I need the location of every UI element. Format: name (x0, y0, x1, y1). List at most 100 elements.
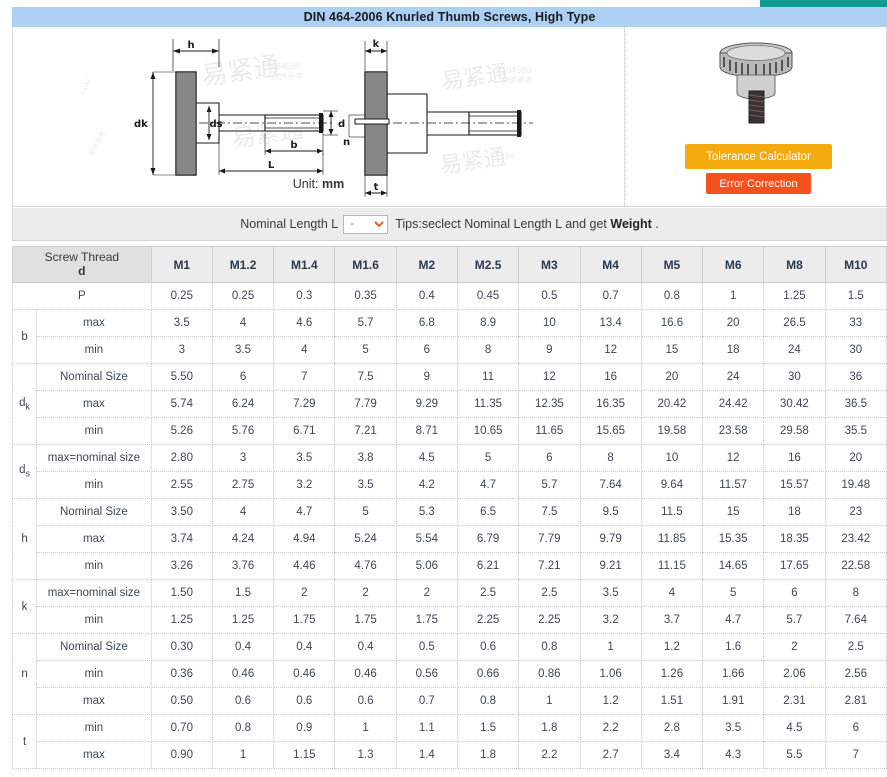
cell-M10: 2.5 (824, 633, 887, 661)
header-size-M2: M2 (395, 246, 458, 283)
cell-M2.5: 1.5 (456, 714, 520, 742)
cell-M1.4: 0.4 (273, 633, 336, 661)
cell-M1.4: 0.6 (273, 687, 336, 715)
cell-M8: 2 (763, 633, 826, 661)
cell-M1.4: 0.9 (273, 714, 336, 742)
page-root: DIN 464-2006 Knurled Thumb Screws, High … (0, 0, 887, 777)
header-size-M10: M10 (824, 246, 887, 283)
cell-M6: 23.58 (702, 417, 765, 445)
row-label-P: P (12, 282, 152, 310)
header-size-M1.2: M1.2 (211, 246, 275, 283)
cell-M8: 5.5 (763, 741, 826, 769)
row-sublabel: min (36, 417, 152, 445)
cell-M3: 6 (518, 444, 581, 472)
cell-M3: 7.5 (518, 498, 581, 526)
cell-M4: 2.7 (579, 741, 642, 769)
nominal-length-select[interactable]: - (343, 214, 389, 234)
cell-M2: 1.1 (395, 714, 458, 742)
cell-M10: 35.5 (824, 417, 887, 445)
cell-M6: 4.7 (702, 606, 765, 634)
cell-M2.5: 8.9 (456, 309, 520, 337)
cell-M1.2: 4 (211, 309, 275, 337)
cell-M5: 4 (640, 579, 704, 607)
page-title: DIN 464-2006 Knurled Thumb Screws, High … (12, 7, 887, 27)
cell-M6: 12 (702, 444, 765, 472)
cell-M1: 0.90 (150, 741, 213, 769)
table-row: min 2.55 2.75 3.2 3.5 4.2 4.7 5.7 7.64 9.64 11.57 1… (13, 471, 887, 499)
cell-M8: 1.25 (763, 282, 826, 310)
cell-M6: 4.3 (702, 741, 765, 769)
cell-M2: 1.4 (395, 741, 458, 769)
svg-text:164580: 164580 (501, 65, 531, 75)
cell-M1: 0.70 (150, 714, 213, 742)
cell-M5: 1.2 (640, 633, 704, 661)
cell-M1: 5.50 (150, 363, 213, 391)
cell-M8: 15.57 (763, 471, 826, 499)
cell-M10: 22.58 (824, 552, 887, 580)
specification-table: Screw Thread d M1 M1.2 M1.4 M1.6 M2 M2.5 M3 M4 M… (11, 246, 887, 769)
table-row: dk Nominal Size 5.50 6 7 7.5 9 11 12 16 20 24 30 36 (11, 363, 887, 445)
cell-M2: 9 (395, 363, 458, 391)
cell-M3: 2.2 (518, 741, 581, 769)
cell-M1: 5.74 (150, 390, 213, 418)
cell-M4: 9.79 (579, 525, 642, 553)
row-symbol-dk: dk (11, 363, 38, 445)
cell-M3: 0.5 (518, 282, 581, 310)
cell-M1: 0.50 (150, 687, 213, 715)
cell-M1.2: 2.75 (211, 471, 275, 499)
cell-M6: 1.6 (702, 633, 765, 661)
row-symbol-b: b (11, 309, 38, 364)
cell-M4: 13.4 (579, 309, 642, 337)
row-symbol-n: n (11, 633, 38, 715)
table-row: max 0.90 1 1.15 1.3 1.4 1.8 2.2 2.7 3.4 4.3 5.5 7 (13, 741, 887, 769)
cell-M5: 2.8 (640, 714, 704, 742)
cell-M1.2: 1 (211, 741, 275, 769)
cell-M10: 2.81 (824, 687, 887, 715)
cell-M2.5: 2.5 (456, 579, 520, 607)
cell-M4: 1.06 (579, 660, 642, 688)
cell-M6: 24.42 (702, 390, 765, 418)
drawing-panel: 易紧通 164580 仅供参考 易紧通 易紧通 164580 仅供参考 易紧通 … (12, 27, 887, 207)
cell-M6: 14.65 (702, 552, 765, 580)
table-row: h Nominal Size 3.50 4 4.7 5 5.3 6.5 7.5 9.5 11.5 15… (11, 498, 887, 580)
cell-M1.2: 4 (211, 498, 275, 526)
header-size-M2.5: M2.5 (456, 246, 520, 283)
cell-M5: 1.51 (640, 687, 704, 715)
row-symbol-ds: ds (11, 444, 38, 499)
cell-M10: 6 (824, 714, 887, 742)
cell-M1: 3.5 (150, 309, 213, 337)
cell-M4: 9.5 (579, 498, 642, 526)
cell-M4: 1 (579, 633, 642, 661)
cell-M5: 3.7 (640, 606, 704, 634)
cell-M8: 17.65 (763, 552, 826, 580)
cell-M1.6: 2 (334, 579, 397, 607)
error-correction-button[interactable]: Error Correction (706, 173, 811, 194)
cell-M1.4: 0.46 (273, 660, 336, 688)
table-body: P 0.25 0.25 0.3 0.35 0.4 0.45 0.5 0.7 0.8 1 1.25 1.5… (11, 282, 887, 769)
cell-M2: 8.71 (395, 417, 458, 445)
cell-M4: 16 (579, 363, 642, 391)
cell-M1.4: 4.46 (273, 552, 336, 580)
row-symbol-t: t (11, 714, 38, 769)
cell-M4: 15.65 (579, 417, 642, 445)
table-row: t min 0.70 0.8 0.9 1 1.1 1.5 1.8 2.2 2.8 3.5 4.5 6 (11, 714, 887, 769)
unit-prefix: Unit: (292, 177, 322, 191)
row-sublabel: max=nominal size (36, 444, 152, 472)
knurled-screw-render (719, 42, 793, 124)
cell-M1: 0.25 (150, 282, 213, 310)
cell-M1: 0.30 (150, 633, 213, 661)
label-b: b (290, 140, 297, 151)
cell-M8: 6 (763, 579, 826, 607)
cell-M8: 4.5 (763, 714, 826, 742)
svg-text:仅供参考: 仅供参考 (87, 129, 108, 158)
cell-M3: 2.5 (518, 579, 581, 607)
cell-M1.2: 3.76 (211, 552, 275, 580)
cell-M2.5: 4.7 (456, 471, 520, 499)
table-row: P 0.25 0.25 0.3 0.35 0.4 0.45 0.5 0.7 0.8 1 1.25 1.5 (12, 282, 887, 310)
tip-text: Tips:seclect Nominal Length L and get (395, 217, 611, 231)
cell-M10: 30 (824, 336, 887, 364)
tip-weight: Weight (610, 217, 652, 231)
table-head: Screw Thread d M1 M1.2 M1.4 M1.6 M2 M2.5 M3 M4 M… (12, 246, 887, 283)
tolerance-calculator-button[interactable]: Tolerance Calculator (685, 144, 832, 169)
header-size-M1.6: M1.6 (334, 246, 397, 283)
